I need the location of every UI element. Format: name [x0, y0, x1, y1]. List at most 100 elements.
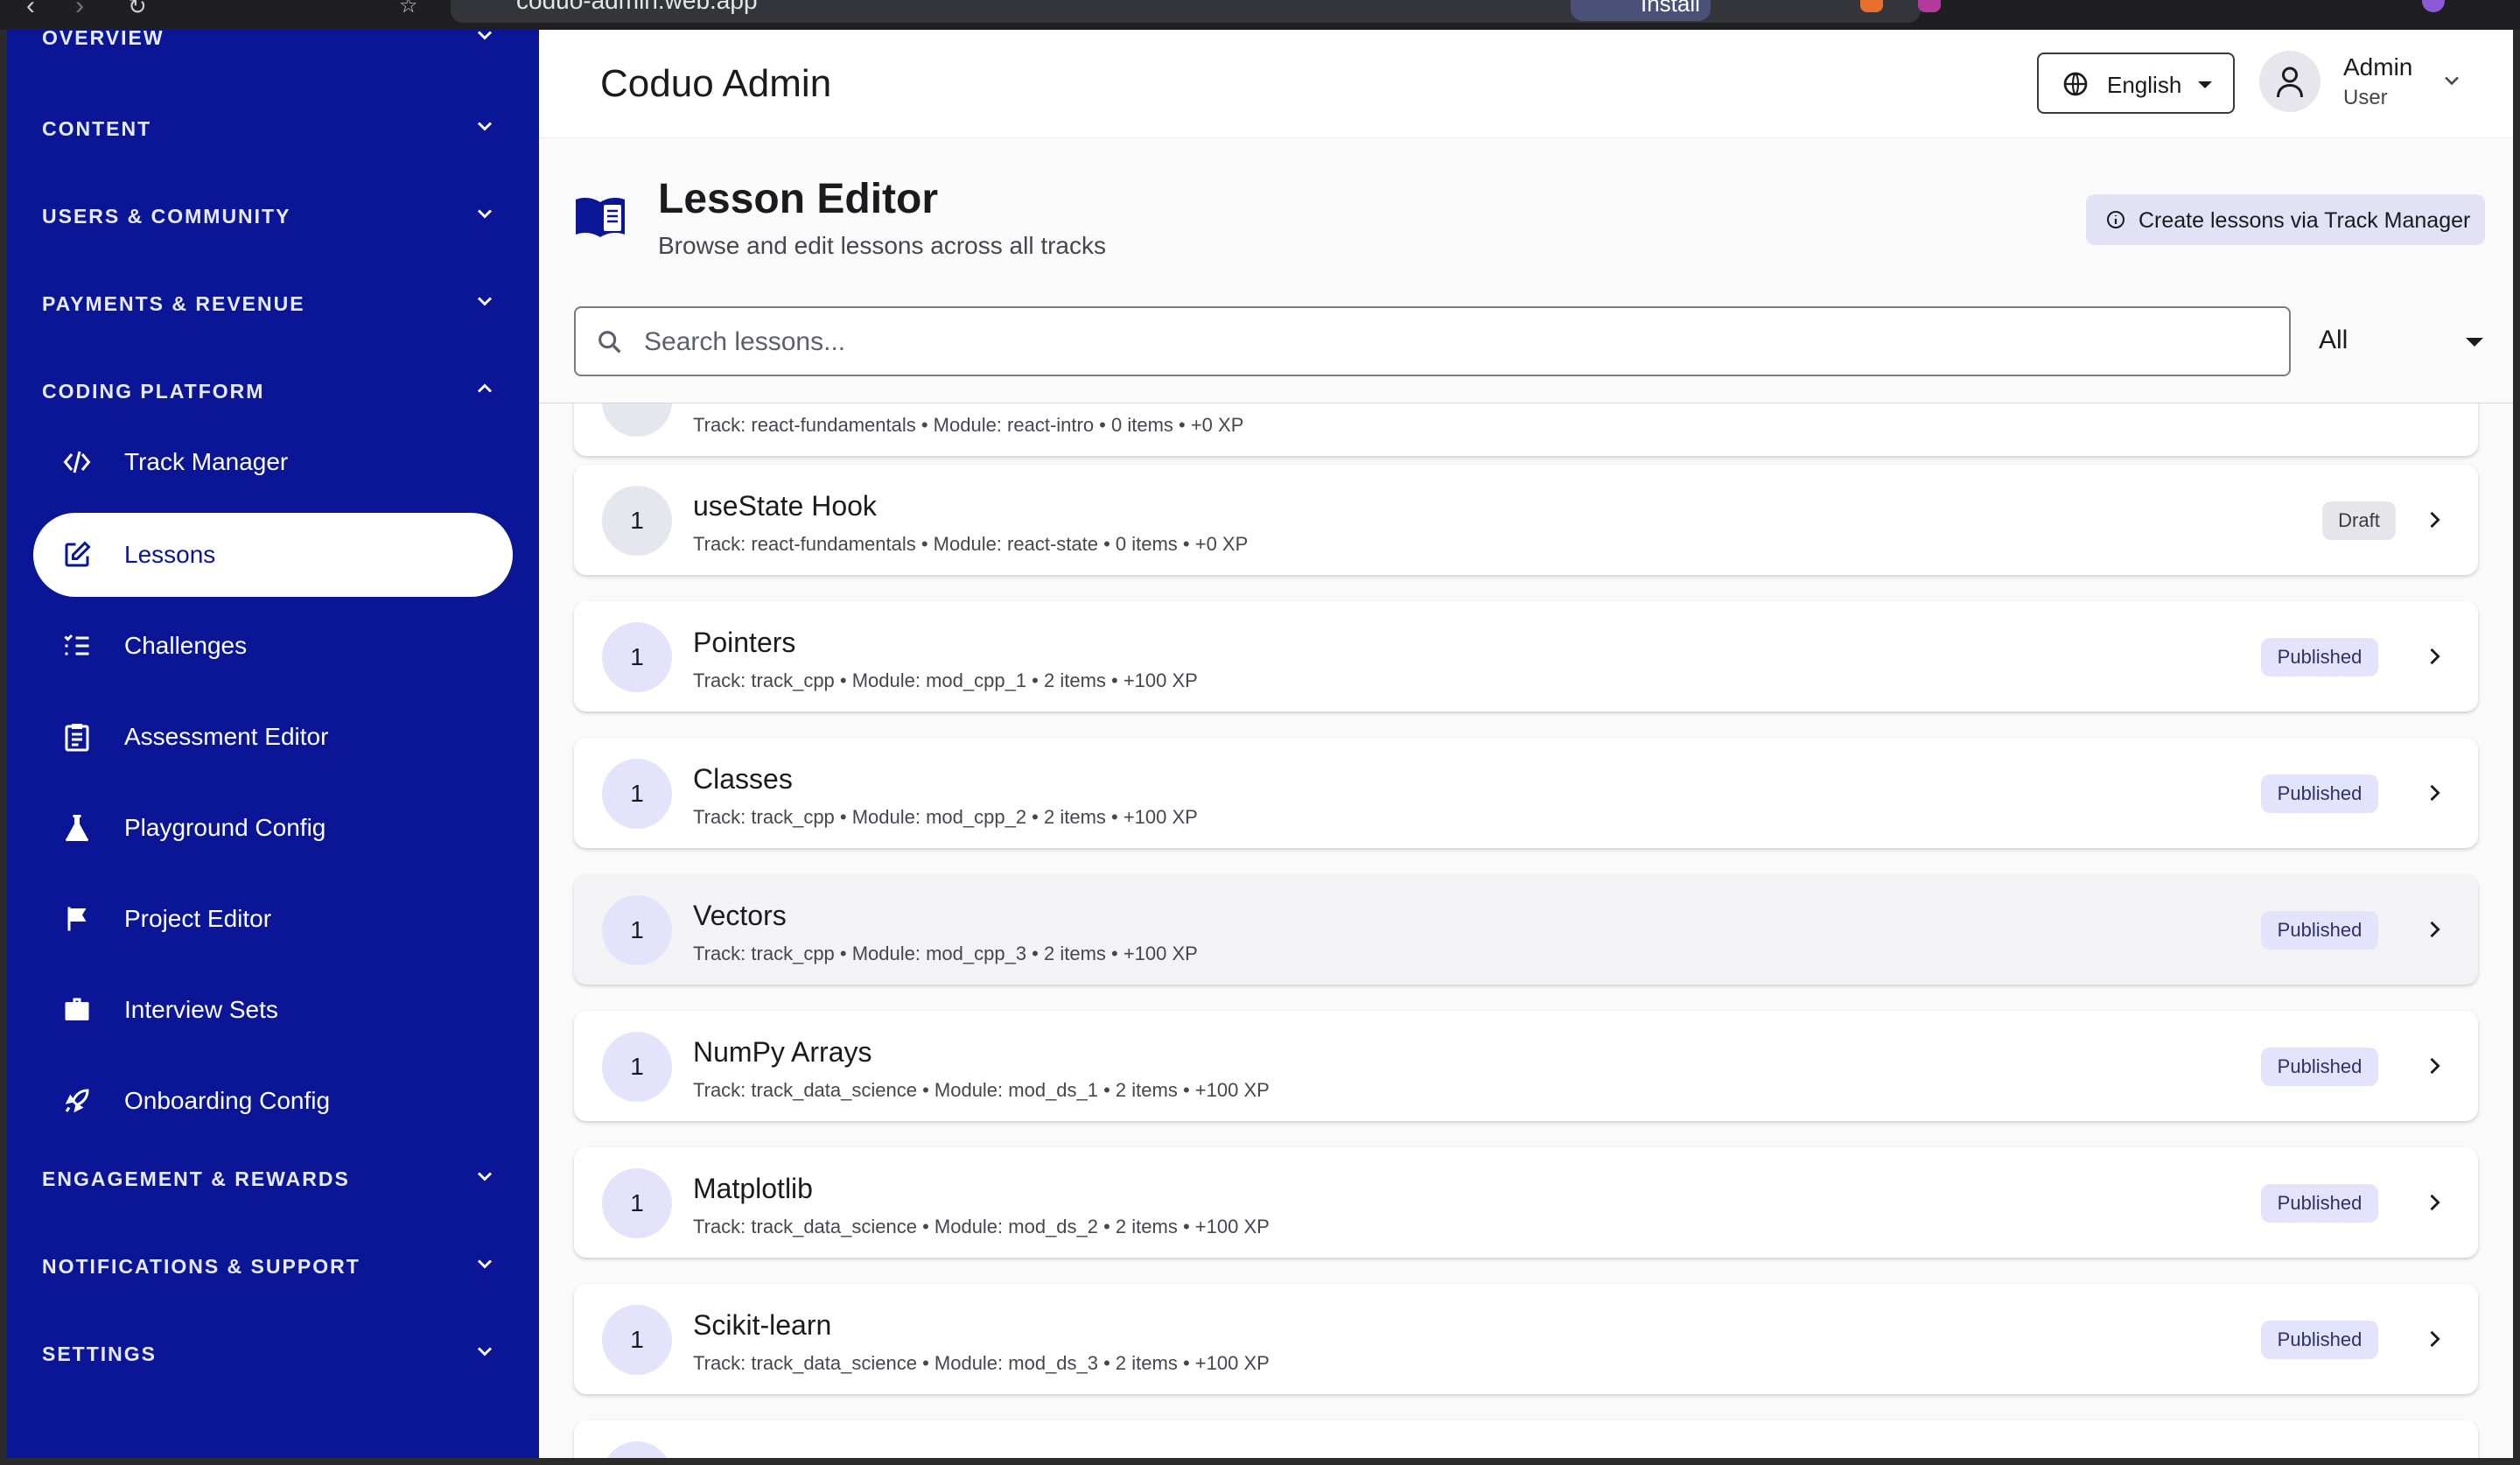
info-icon [2105, 209, 2126, 230]
chevron-down-icon [472, 201, 497, 226]
lesson-card[interactable]: 1 Vectors Track: track_cpp • Module: mod… [574, 874, 2478, 985]
checklist-icon [61, 630, 93, 662]
lesson-order-number: 1 [602, 895, 672, 965]
rocket-icon [61, 1085, 93, 1117]
sidebar-item-challenges[interactable]: Challenges [33, 604, 513, 688]
app-bar: Coduo Admin English Admin User [539, 30, 2513, 138]
section-engagement-rewards[interactable]: ENGAGEMENT & REWARDS [7, 1152, 539, 1204]
install-button[interactable]: Install [1571, 0, 1711, 21]
section-content[interactable]: CONTENT [7, 102, 539, 154]
sidebar-item-label: Assessment Editor [124, 723, 329, 750]
edit-icon [61, 539, 93, 571]
lesson-card[interactable]: 1 Classes Track: track_cpp • Module: mod… [574, 738, 2478, 848]
status-filter-select[interactable]: All [2319, 306, 2494, 376]
section-label: CODING PLATFORM [42, 380, 265, 403]
filter-value: All [2319, 326, 2348, 354]
lesson-title: NumPy Arrays [693, 1036, 872, 1068]
main-content: Coduo Admin English Admin User Lesson Ed… [539, 30, 2513, 1458]
lesson-card[interactable]: Track: react-fundamentals • Module: reac… [574, 403, 2478, 456]
url-text: coduo-admin.web.app [516, 0, 758, 14]
lesson-meta: Track: track_cpp • Module: mod_cpp_2 • 2… [693, 806, 1198, 828]
language-label: English [2107, 72, 2182, 98]
section-label: ENGAGEMENT & REWARDS [42, 1167, 350, 1190]
track-manager-hint[interactable]: Create lessons via Track Manager [2086, 194, 2485, 245]
chevron-right-icon[interactable] [2422, 1188, 2446, 1216]
section-label: USERS & COMMUNITY [42, 205, 291, 228]
extension-icon[interactable] [1918, 0, 1941, 12]
sidebar-item-label: Playground Config [124, 814, 326, 841]
bookmark-icon[interactable]: ☆ [399, 0, 418, 17]
sidebar: OVERVIEW CONTENT USERS & COMMUNITY PAYME… [7, 30, 539, 1458]
lesson-title: useState Hook [693, 490, 877, 522]
chevron-up-icon [472, 376, 497, 401]
chevron-right-icon[interactable] [2422, 1052, 2446, 1080]
lesson-card[interactable]: 1 Pointers Track: track_cpp • Module: mo… [574, 601, 2478, 711]
user-name: Admin [2343, 53, 2413, 81]
lesson-title: Pointers [693, 627, 796, 658]
back-icon[interactable]: ‹ [26, 0, 35, 19]
section-overview[interactable]: OVERVIEW [7, 30, 539, 63]
section-label: NOTIFICATIONS & SUPPORT [42, 1255, 360, 1278]
lesson-card[interactable] [574, 1420, 2478, 1458]
address-bar[interactable]: coduo-admin.web.app Install [451, 0, 1921, 23]
code-icon [61, 446, 93, 478]
chevron-down-icon [472, 1251, 497, 1276]
chevron-down-icon[interactable] [2440, 68, 2464, 93]
page-title: Lesson Editor [658, 176, 939, 222]
profile-icon[interactable] [2422, 0, 2445, 12]
lesson-order-number: 1 [602, 759, 672, 829]
lesson-card[interactable]: 1 NumPy Arrays Track: track_data_science… [574, 1011, 2478, 1121]
user-icon [2277, 67, 2303, 98]
forward-icon[interactable]: › [75, 0, 84, 19]
section-notifications-support[interactable]: NOTIFICATIONS & SUPPORT [7, 1239, 539, 1292]
flag-icon [61, 903, 93, 935]
status-badge: Published [2261, 1048, 2378, 1086]
sidebar-item-label: Project Editor [124, 905, 272, 932]
sidebar-item-project-editor[interactable]: Project Editor [33, 877, 513, 961]
section-payments-revenue[interactable]: PAYMENTS & REVENUE [7, 277, 539, 329]
avatar[interactable] [2259, 51, 2320, 112]
chevron-right-icon[interactable] [2422, 506, 2446, 534]
chevron-right-icon[interactable] [2422, 1325, 2446, 1353]
browser-chrome: ‹ › ↻ ☆ coduo-admin.web.app Install [0, 0, 2520, 30]
user-role: User [2343, 86, 2388, 109]
page-subtitle: Browse and edit lessons across all track… [658, 232, 1106, 259]
reload-icon[interactable]: ↻ [128, 0, 147, 18]
section-label: SETTINGS [42, 1342, 158, 1365]
sidebar-item-label: Interview Sets [124, 996, 278, 1023]
sidebar-item-onboarding-config[interactable]: Onboarding Config [33, 1059, 513, 1143]
caret-down-icon [2466, 338, 2483, 347]
lesson-title: Matplotlib [693, 1173, 813, 1204]
chevron-right-icon[interactable] [2422, 642, 2446, 670]
sidebar-item-lessons[interactable]: Lessons [33, 513, 513, 597]
caret-down-icon [2198, 81, 2212, 88]
sidebar-item-track-manager[interactable]: Track Manager [33, 420, 513, 504]
section-settings[interactable]: SETTINGS [7, 1327, 539, 1379]
brave-shield-icon[interactable] [1860, 0, 1883, 12]
sidebar-item-playground-config[interactable]: Playground Config [33, 786, 513, 870]
globe-icon [2062, 70, 2090, 98]
search-input[interactable] [644, 320, 2263, 364]
lesson-meta: Track: track_data_science • Module: mod_… [693, 1216, 1270, 1237]
section-label: PAYMENTS & REVENUE [42, 292, 305, 315]
chevron-right-icon[interactable] [2422, 779, 2446, 807]
lesson-title: Scikit-learn [693, 1309, 832, 1341]
sidebar-item-label: Track Manager [124, 448, 289, 475]
sidebar-item-interview-sets[interactable]: Interview Sets [33, 968, 513, 1052]
book-icon [574, 194, 626, 238]
chevron-right-icon[interactable] [2422, 915, 2446, 943]
lesson-order-number: 1 [602, 486, 672, 556]
search-icon [595, 327, 625, 357]
sidebar-item-assessment-editor[interactable]: Assessment Editor [33, 695, 513, 779]
section-users-community[interactable]: USERS & COMMUNITY [7, 189, 539, 242]
lesson-meta: Track: track_data_science • Module: mod_… [693, 1079, 1270, 1101]
language-selector[interactable]: English [2037, 53, 2235, 114]
lesson-card[interactable]: 1 Matplotlib Track: track_data_science •… [574, 1147, 2478, 1258]
lesson-card[interactable]: 1 Scikit-learn Track: track_data_science… [574, 1284, 2478, 1394]
lesson-title: Vectors [693, 900, 787, 931]
chevron-down-icon [472, 1339, 497, 1363]
section-coding-platform[interactable]: CODING PLATFORM [7, 364, 539, 417]
lesson-order-number: 1 [602, 622, 672, 692]
lesson-card[interactable]: 1 useState Hook Track: react-fundamental… [574, 465, 2478, 575]
section-label: CONTENT [42, 117, 152, 140]
